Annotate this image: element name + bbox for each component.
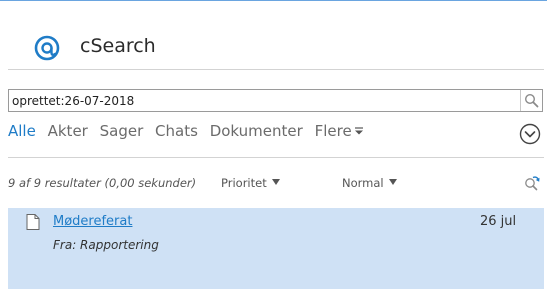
magnifier-icon [524,93,539,108]
tab-sager[interactable]: Sager [100,122,144,140]
result-date: 26 jul [480,214,517,229]
refresh-search-icon[interactable] [523,174,541,192]
filter-tabs: Alle Akter Sager Chats Dokumenter Flere [8,122,370,144]
search-input[interactable] [12,90,512,111]
result-from: Fra: Rapportering [53,238,159,252]
sort-caret-icon [271,179,280,185]
tab-akter[interactable]: Akter [48,122,88,140]
app-header: cSearch [0,1,547,69]
at-sign-icon [34,35,60,61]
document-icon [26,214,40,230]
order-caret-icon [388,179,397,185]
app-title: cSearch [80,35,156,57]
chevron-down-circle-icon[interactable] [519,123,541,145]
tab-dokumenter[interactable]: Dokumenter [210,122,303,140]
status-row: 9 af 9 resultater (0,00 sekunder) Priori… [8,174,544,194]
results-list: Mødereferat 26 jul Fra: Rapportering [8,208,544,289]
result-title-link[interactable]: Mødereferat [53,214,132,229]
tabs-divider [8,157,544,158]
result-count: 9 af 9 resultater (0,00 sekunder) [8,176,197,190]
tab-flere[interactable]: Flere [315,122,363,140]
order-dropdown[interactable]: Normal [342,176,397,190]
sort-dropdown-label: Prioritet [221,176,267,190]
sort-dropdown[interactable]: Prioritet [221,176,280,190]
tab-alle[interactable]: Alle [8,122,36,140]
search-button[interactable] [520,90,542,111]
search-box [8,89,543,112]
more-dropdown-icon [354,127,363,135]
order-dropdown-label: Normal [342,176,384,190]
tab-flere-label: Flere [314,122,352,140]
header-divider [8,69,544,70]
tab-chats[interactable]: Chats [155,122,198,140]
